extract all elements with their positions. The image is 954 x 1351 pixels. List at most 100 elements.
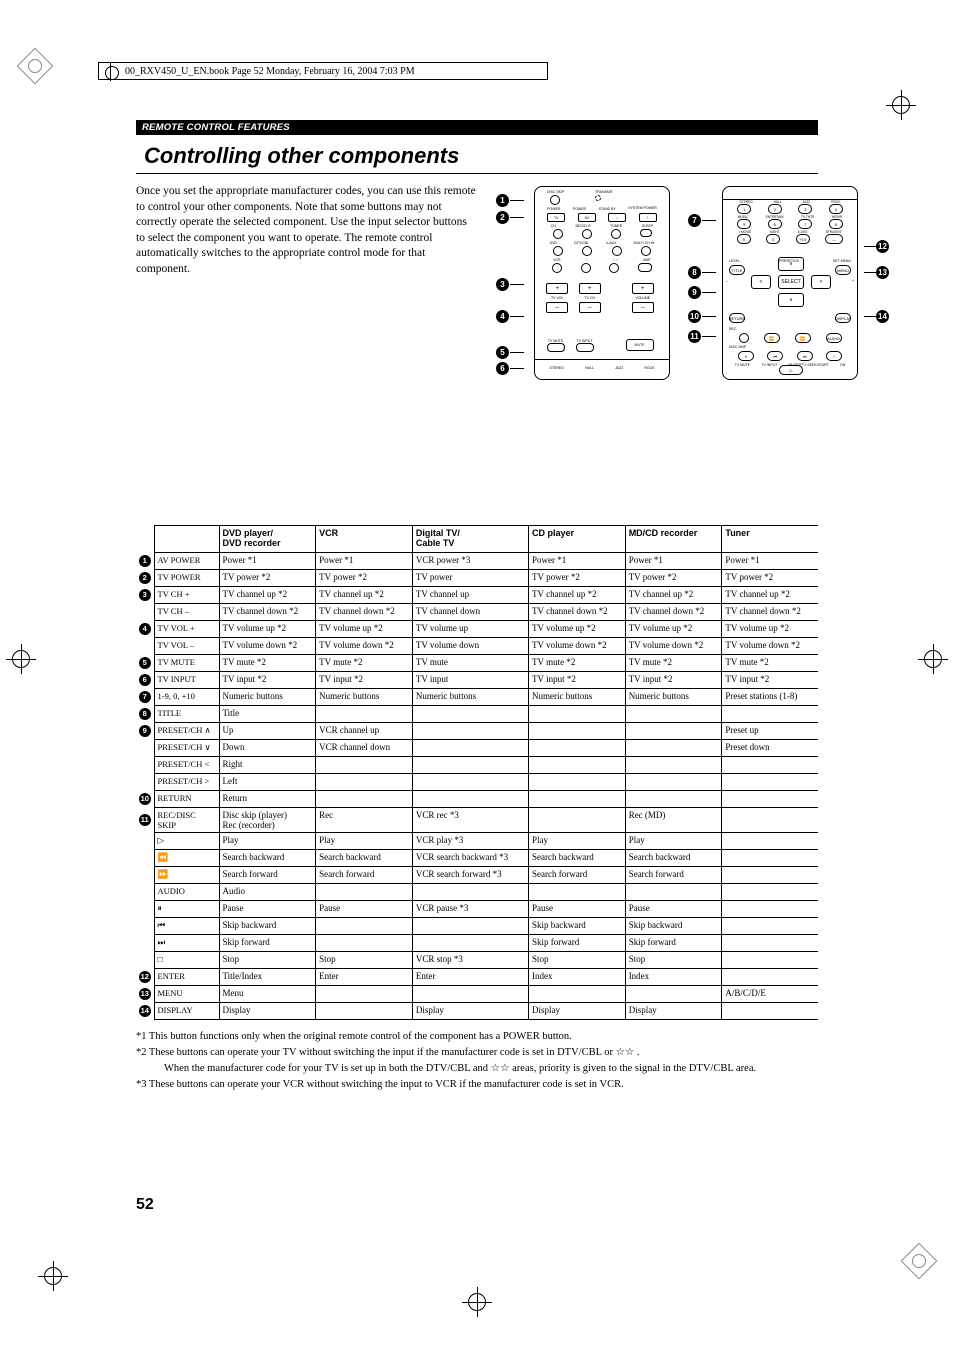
function-cell: TV channel up — [412, 586, 528, 603]
registration-mark-tr — [886, 90, 916, 120]
d-pad: ∧ < SELECT > ∨ — [751, 257, 831, 317]
function-name: TV CH – — [154, 603, 219, 620]
amp-button — [638, 263, 652, 272]
av-power-button: AV — [578, 213, 596, 222]
table-row: ⏮Skip backwardSkip backwardSkip backward — [136, 917, 818, 934]
function-name: ⏪ — [154, 849, 219, 866]
table-row: 14DISPLAYDisplayDisplayDisplayDisplay — [136, 1002, 818, 1019]
function-cell: VCR channel down — [316, 739, 413, 756]
function-cell — [316, 985, 413, 1002]
footnote-2: *2 These buttons can operate your TV wit… — [136, 1046, 818, 1060]
function-cell: TV channel down — [412, 603, 528, 620]
function-cell: Enter — [412, 968, 528, 985]
function-cell: TV channel down *2 — [625, 603, 722, 620]
stop-button: □ — [826, 351, 842, 361]
function-cell — [722, 807, 818, 832]
row-number-badge: 10 — [139, 793, 151, 805]
table-header — [154, 526, 219, 553]
function-cell: TV input *2 — [722, 671, 818, 688]
function-cell — [316, 934, 413, 951]
function-cell: Left — [219, 773, 316, 790]
function-cell — [722, 756, 818, 773]
function-cell — [722, 866, 818, 883]
table-header: DVD player/DVD recorder — [219, 526, 316, 553]
function-cell: TV input *2 — [625, 671, 722, 688]
function-cell — [412, 722, 528, 739]
function-cell — [316, 917, 413, 934]
function-cell: TV mute — [412, 654, 528, 671]
table-row: PRESET/CH ∨DownVCR channel downPreset do… — [136, 739, 818, 756]
page-number: 52 — [136, 1196, 154, 1214]
function-name: MENU — [154, 985, 219, 1002]
registration-mark-mr — [918, 644, 948, 674]
function-cell: Pause — [219, 900, 316, 917]
function-cell — [722, 849, 818, 866]
function-name: TV INPUT — [154, 671, 219, 688]
tv-ch-control: + TV CH – — [579, 283, 601, 313]
function-cell: Skip forward — [219, 934, 316, 951]
tv-power-button: TV — [547, 213, 565, 222]
function-name: DISPLAY — [154, 1002, 219, 1019]
remote-diagram-right: STEREOHALLJAZZROCK1234MUSICENTERTAINTV T… — [722, 186, 858, 380]
function-cell: Play — [219, 832, 316, 849]
function-cell: TV volume down *2 — [316, 637, 413, 654]
footnote-1: *1 This button functions only when the o… — [136, 1030, 818, 1044]
function-cell — [722, 968, 818, 985]
function-name: TV POWER — [154, 569, 219, 586]
function-cell — [722, 951, 818, 968]
table-row: 11REC/DISC SKIPDisc skip (player)Rec (re… — [136, 807, 818, 832]
function-cell: A/B/C/D/E — [722, 985, 818, 1002]
table-row: ⏸PausePauseVCR pause *3PausePause — [136, 900, 818, 917]
callout-6: 6 — [496, 362, 509, 375]
function-name: □ — [154, 951, 219, 968]
function-cell — [625, 773, 722, 790]
dpad-left: < — [751, 275, 771, 289]
disc-skip-button — [550, 195, 560, 205]
function-name: TITLE — [154, 705, 219, 722]
book-header-line: 00_RXV450_U_EN.book Page 52 Monday, Febr… — [98, 62, 548, 80]
function-cell: Disc skip (player)Rec (recorder) — [219, 807, 316, 832]
function-cell: Search backward — [316, 849, 413, 866]
function-cell — [316, 705, 413, 722]
table-header — [136, 526, 154, 553]
row-number-badge: 2 — [139, 572, 151, 584]
table-row: 71-9, 0, +10Numeric buttonsNumeric butto… — [136, 688, 818, 705]
table-row: ⏭Skip forwardSkip forwardSkip forward — [136, 934, 818, 951]
table-row: 1AV POWERPower *1Power *1VCR power *3Pow… — [136, 552, 818, 569]
function-cell: Search forward — [529, 866, 626, 883]
function-cell — [529, 739, 626, 756]
star-input-button — [581, 263, 591, 273]
numeric-button: 4 — [829, 204, 843, 214]
function-cell: Down — [219, 739, 316, 756]
function-cell — [625, 739, 722, 756]
function-cell: Up — [219, 722, 316, 739]
select-button: SELECT — [778, 275, 804, 289]
table-header: Tuner — [722, 526, 818, 553]
function-cell: TV channel up *2 — [722, 586, 818, 603]
function-cell — [412, 934, 528, 951]
function-cell: TV power *2 — [625, 569, 722, 586]
function-name: PRESET/CH ∧ — [154, 722, 219, 739]
function-cell: TV volume down *2 — [722, 637, 818, 654]
registration-mark-ml — [6, 644, 36, 674]
table-row: AUDIOAudio — [136, 883, 818, 900]
function-cell: TV channel up *2 — [625, 586, 722, 603]
function-name: PRESET/CH > — [154, 773, 219, 790]
numeric-button: — — [825, 234, 843, 244]
function-cell — [722, 832, 818, 849]
table-row: 9PRESET/CH ∧UpVCR channel upPreset up — [136, 722, 818, 739]
function-cell: Preset up — [722, 722, 818, 739]
function-cell: TV mute *2 — [529, 654, 626, 671]
function-cell — [412, 883, 528, 900]
row-number-badge: 7 — [139, 691, 151, 703]
function-cell: Play — [625, 832, 722, 849]
function-cell: VCR power *3 — [412, 552, 528, 569]
function-cell: Return — [219, 790, 316, 807]
function-cell: Skip backward — [529, 917, 626, 934]
function-cell — [529, 883, 626, 900]
function-cell — [529, 773, 626, 790]
function-cell: Stop — [219, 951, 316, 968]
registration-mark-bc — [462, 1287, 492, 1317]
table-row: 2TV POWERTV power *2TV power *2TV powerT… — [136, 569, 818, 586]
callout-9: 9 — [688, 286, 701, 299]
